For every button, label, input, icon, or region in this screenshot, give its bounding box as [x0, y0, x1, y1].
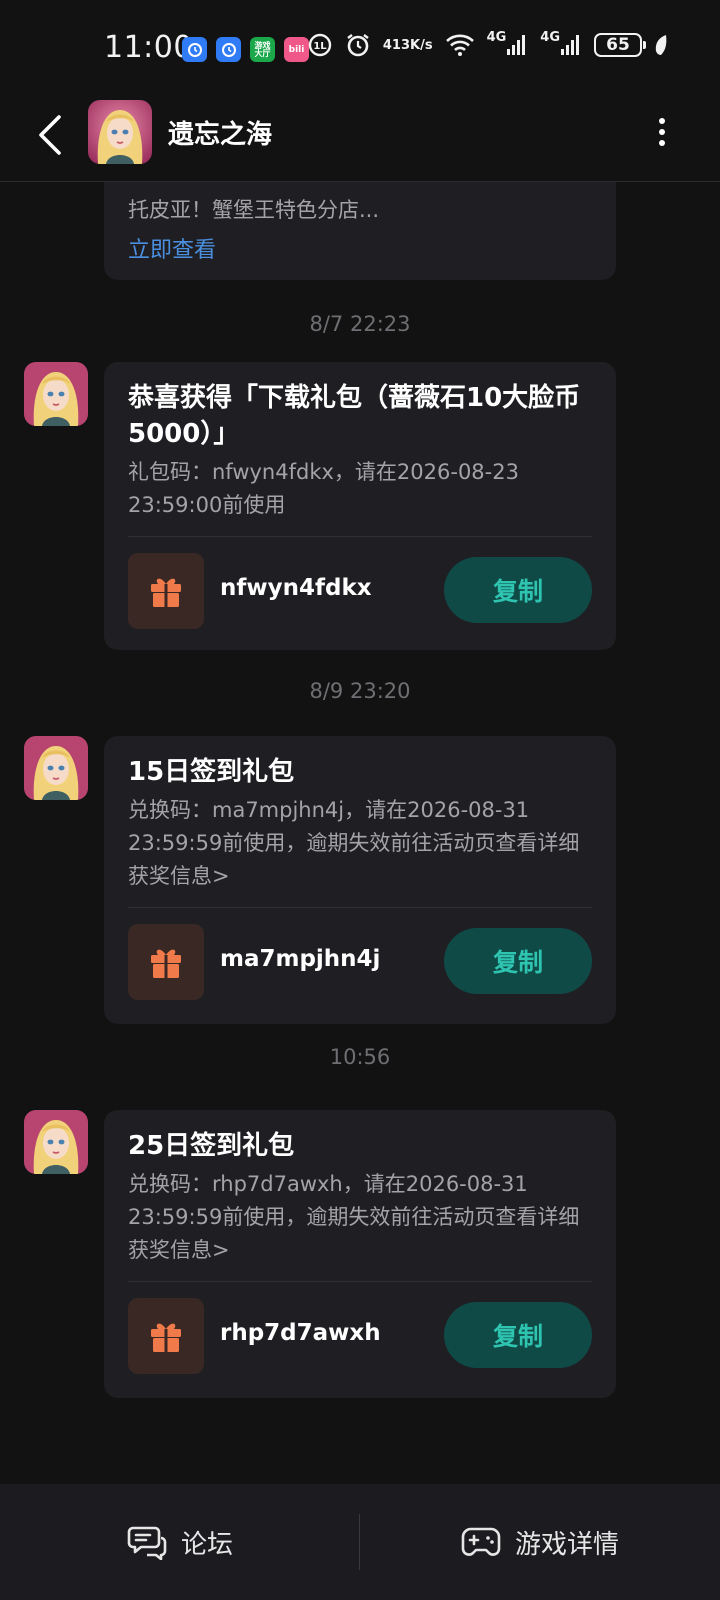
signal-type: 4G [540, 29, 560, 45]
game-character-icon [24, 1110, 88, 1174]
clock-app-icon [216, 37, 241, 62]
message-list[interactable]: 托皮亚！蟹堡王特色分店... 立即查看 8/7 22:23 恭喜获得「下载礼包（… [0, 182, 720, 1484]
message-text: 兑换码：rhp7d7awxh，请在2026-08-31 23:59:59前使用，… [128, 1172, 580, 1262]
net-speed: 413 K/s [383, 39, 433, 52]
copy-button[interactable]: 复制 [444, 557, 592, 623]
dot [659, 118, 665, 124]
message-title: 25日签到礼包 [128, 1131, 295, 1161]
status-time: 11:00 [104, 30, 193, 65]
copy-button[interactable]: 复制 [444, 1302, 592, 1368]
forum-tab[interactable]: 论坛 [0, 1484, 360, 1600]
gift-icon [128, 1298, 204, 1374]
gift-message-card: 恭喜获得「下载礼包（蔷薇石10大脸币5000）」 礼包码：nfwyn4fdkx，… [104, 362, 616, 650]
gift-message-card: 15日签到礼包 兑换码：ma7mpjhn4j，请在2026-08-31 23:5… [104, 736, 616, 1024]
gift-code: rhp7d7awxh [220, 1320, 381, 1346]
wifi-icon [445, 33, 475, 57]
status-bar: 11:00 游戏 大厅 bili 1L 413 K/s 4G 4G 65 [0, 0, 720, 96]
screen: 11:00 游戏 大厅 bili 1L 413 K/s 4G 4G 65 遗忘之… [0, 0, 720, 1600]
gift-code-row: rhp7d7awxh 复制 [104, 1282, 616, 1400]
gift-code-row: nfwyn4fdkx 复制 [104, 537, 616, 655]
message-title: 15日签到礼包 [128, 757, 295, 787]
battery-indicator: 65 [594, 33, 646, 57]
dot [659, 140, 665, 146]
alarm-icon [345, 32, 371, 58]
clock-app-icon [182, 37, 207, 62]
message-title: 恭喜获得「下载礼包（蔷薇石10大脸币5000）」 [128, 383, 581, 449]
message-timestamp: 8/7 22:23 [309, 312, 411, 336]
gift-icon [128, 924, 204, 1000]
message-timestamp: 10:56 [329, 1045, 391, 1069]
sender-avatar[interactable] [24, 736, 88, 800]
message-text: 礼包码：nfwyn4fdkx，请在2026-08-23 23:59:00前使用 [128, 460, 519, 517]
back-button[interactable] [30, 110, 70, 160]
game-detail-tab-label: 游戏详情 [514, 1529, 619, 1560]
page-title: 遗忘之海 [168, 120, 273, 150]
message-card: 托皮亚！蟹堡王特色分店... 立即查看 [104, 182, 616, 280]
more-options-button[interactable] [650, 114, 674, 150]
game-character-icon [88, 100, 152, 164]
net-speed-unit: K/s [410, 37, 433, 53]
message-text: 兑换码：ma7mpjhn4j，请在2026-08-31 23:59:59前使用，… [128, 798, 580, 888]
forum-chat-icon [127, 1526, 167, 1560]
sender-avatar[interactable] [24, 1110, 88, 1174]
signal-icon: 4G [487, 30, 529, 56]
gift-message-card: 25日签到礼包 兑换码：rhp7d7awxh，请在2026-08-31 23:5… [104, 1110, 616, 1398]
view-now-link[interactable]: 立即查看 [128, 233, 592, 269]
svg-text:1L: 1L [313, 41, 327, 52]
gift-code: ma7mpjhn4j [220, 946, 381, 972]
game-center-icon: 游戏 大厅 [250, 37, 275, 62]
copy-button[interactable]: 复制 [444, 928, 592, 994]
gift-icon [128, 553, 204, 629]
game-character-icon [24, 362, 88, 426]
back-arrow-icon [39, 115, 61, 155]
data-saver-icon: 1L [307, 32, 333, 58]
bottom-bar: 论坛 游戏详情 [0, 1484, 720, 1600]
sender-avatar[interactable] [24, 362, 88, 426]
game-avatar[interactable] [88, 100, 152, 164]
leaf-icon [654, 34, 668, 56]
gamepad-icon [461, 1527, 501, 1556]
net-speed-value: 413 [382, 37, 410, 53]
message-timestamp: 8/9 23:20 [309, 679, 411, 703]
game-character-icon [24, 736, 88, 800]
signal-icon: 4G [540, 30, 582, 56]
gift-code-row: ma7mpjhn4j 复制 [104, 908, 616, 1026]
gift-code: nfwyn4fdkx [220, 575, 372, 601]
game-detail-tab[interactable]: 游戏详情 [360, 1484, 720, 1600]
signal-type: 4G [486, 29, 507, 45]
forum-tab-label: 论坛 [180, 1529, 233, 1560]
status-indicators: 1L 413 K/s 4G 4G 65 [307, 30, 668, 58]
bilibili-icon: bili [284, 37, 309, 62]
dot [659, 129, 665, 135]
chat-header: 遗忘之海 [0, 96, 720, 182]
message-text: 托皮亚！蟹堡王特色分店... [128, 198, 380, 222]
